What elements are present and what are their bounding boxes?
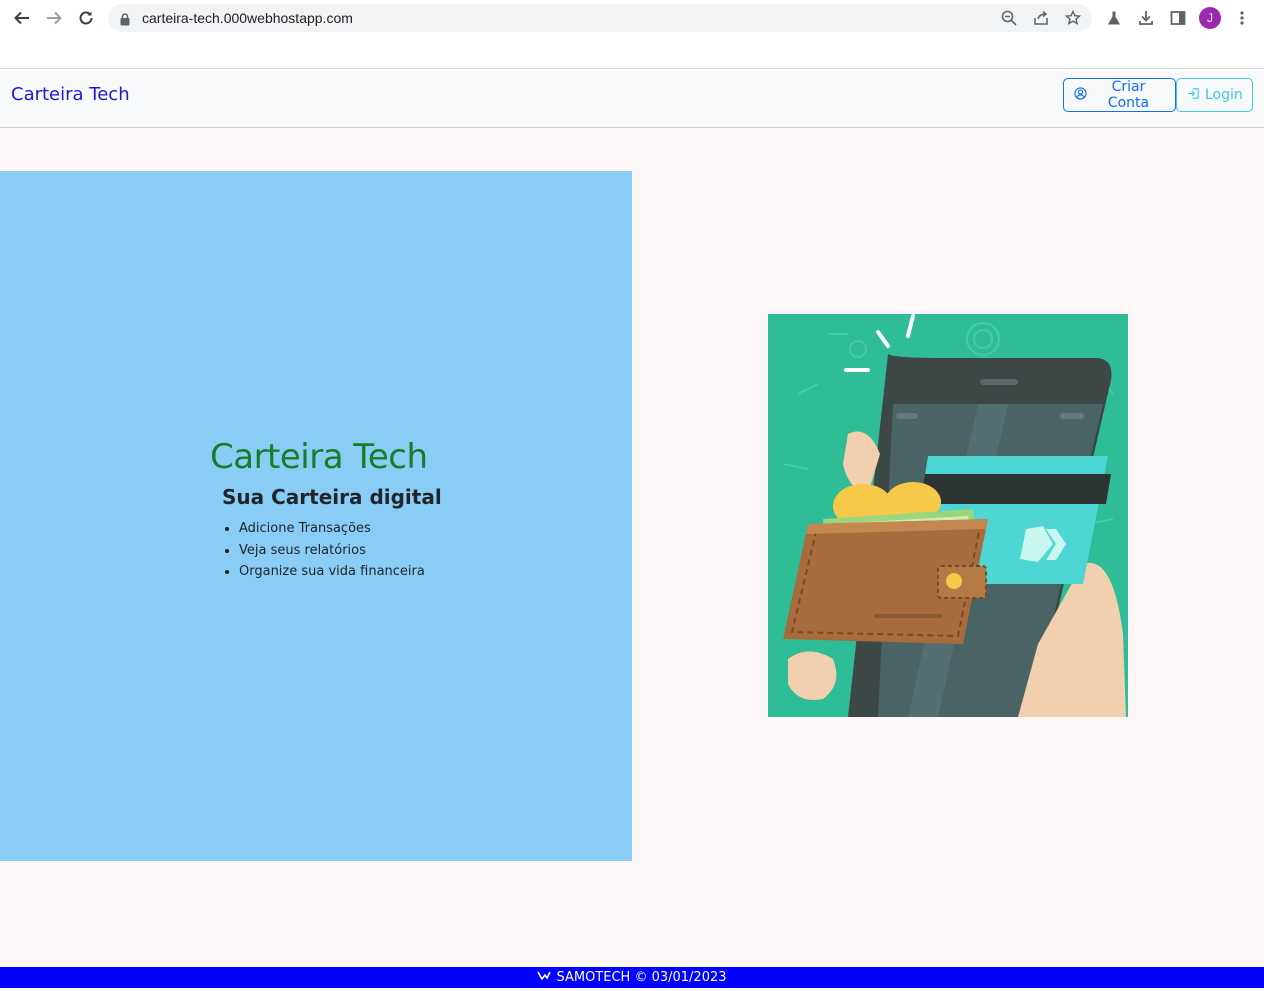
star-icon[interactable] (1064, 9, 1082, 27)
brand-link[interactable]: Carteira Tech (11, 84, 130, 105)
hero-title: Carteira Tech (210, 437, 428, 477)
criar-conta-label: Criar Conta (1107, 79, 1150, 111)
url-text: carteira-tech.000webhostapp.com (142, 10, 353, 26)
feature-list: Adicione Transações Veja seus relatórios… (239, 518, 470, 583)
forward-icon[interactable] (42, 6, 66, 30)
user-circle-icon (1074, 86, 1087, 104)
share-icon[interactable] (1032, 9, 1050, 27)
zoom-icon[interactable] (1000, 9, 1018, 27)
address-bar[interactable]: carteira-tech.000webhostapp.com (108, 4, 1092, 32)
labs-icon[interactable] (1103, 7, 1125, 29)
profile-avatar[interactable]: J (1199, 7, 1221, 29)
footer: SAMOTECH © 03/01/2023 (0, 967, 1264, 988)
logo-icon (537, 970, 552, 986)
login-label: Login (1205, 87, 1243, 103)
wallet-phone-illustration (768, 314, 1128, 717)
feature-item: Organize sua vida financeira (239, 561, 470, 583)
reload-icon[interactable] (74, 6, 98, 30)
menu-dots-icon[interactable] (1231, 7, 1253, 29)
download-icon[interactable] (1135, 7, 1157, 29)
hero-content: Carteira Tech Sua Carteira digital Adici… (210, 437, 470, 583)
side-panel-icon[interactable] (1167, 7, 1189, 29)
page: Carteira Tech Criar Conta Login Carteira… (0, 68, 1264, 991)
hero-subtitle: Sua Carteira digital (222, 485, 442, 509)
hero-panel: Carteira Tech Sua Carteira digital Adici… (0, 171, 632, 861)
lock-icon (120, 11, 130, 30)
login-button[interactable]: Login (1176, 78, 1253, 112)
login-icon (1187, 87, 1200, 104)
footer-text: SAMOTECH © 03/01/2023 (556, 970, 727, 985)
feature-item: Adicione Transações (239, 518, 470, 540)
feature-item: Veja seus relatórios (239, 540, 470, 562)
navbar: Carteira Tech Criar Conta Login (0, 68, 1264, 128)
criar-conta-button[interactable]: Criar Conta (1063, 78, 1176, 112)
browser-toolbar: carteira-tech.000webhostapp.com J (0, 0, 1264, 36)
back-icon[interactable] (10, 6, 34, 30)
